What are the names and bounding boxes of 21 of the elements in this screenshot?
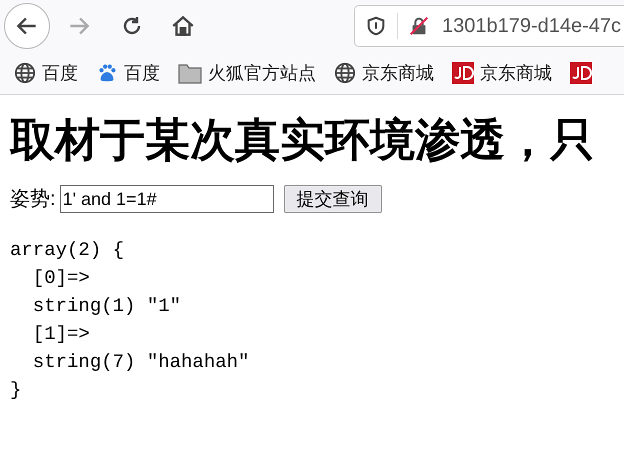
globe-icon [334, 62, 356, 84]
bookmark-link[interactable]: 京东商城 [480, 60, 552, 86]
bookmark-link[interactable]: 百度 [124, 60, 160, 86]
url-text: 1301b179-d14e-47c [442, 14, 622, 39]
home-icon[interactable] [170, 13, 196, 39]
bookmark-link[interactable]: 百度 [42, 60, 78, 86]
jd-logo-icon [452, 62, 474, 84]
input-label: 姿势: [10, 187, 56, 212]
input-field[interactable]: 1' and 1=1# [60, 185, 274, 213]
folder-icon [178, 62, 202, 84]
address-bar[interactable]: 1301b179-d14e-47c [354, 5, 624, 47]
bookmark-link[interactable]: 火狐官方站点 [208, 60, 316, 86]
shield-icon[interactable] [365, 15, 387, 37]
insecure-lock-icon[interactable] [408, 15, 430, 37]
globe-icon [14, 62, 36, 84]
submit-button[interactable]: 提交查询 [284, 185, 382, 213]
bookmark-link[interactable]: 京东商城 [362, 60, 434, 86]
jd-logo-icon [570, 62, 592, 84]
page-heading: 取材于某次真实环境渗透，只 [10, 117, 596, 162]
back-button[interactable] [4, 3, 50, 49]
query-output: array(2) { [0]=> string(1) "1" [1]=> string(7) "hahahah" } [10, 238, 250, 403]
